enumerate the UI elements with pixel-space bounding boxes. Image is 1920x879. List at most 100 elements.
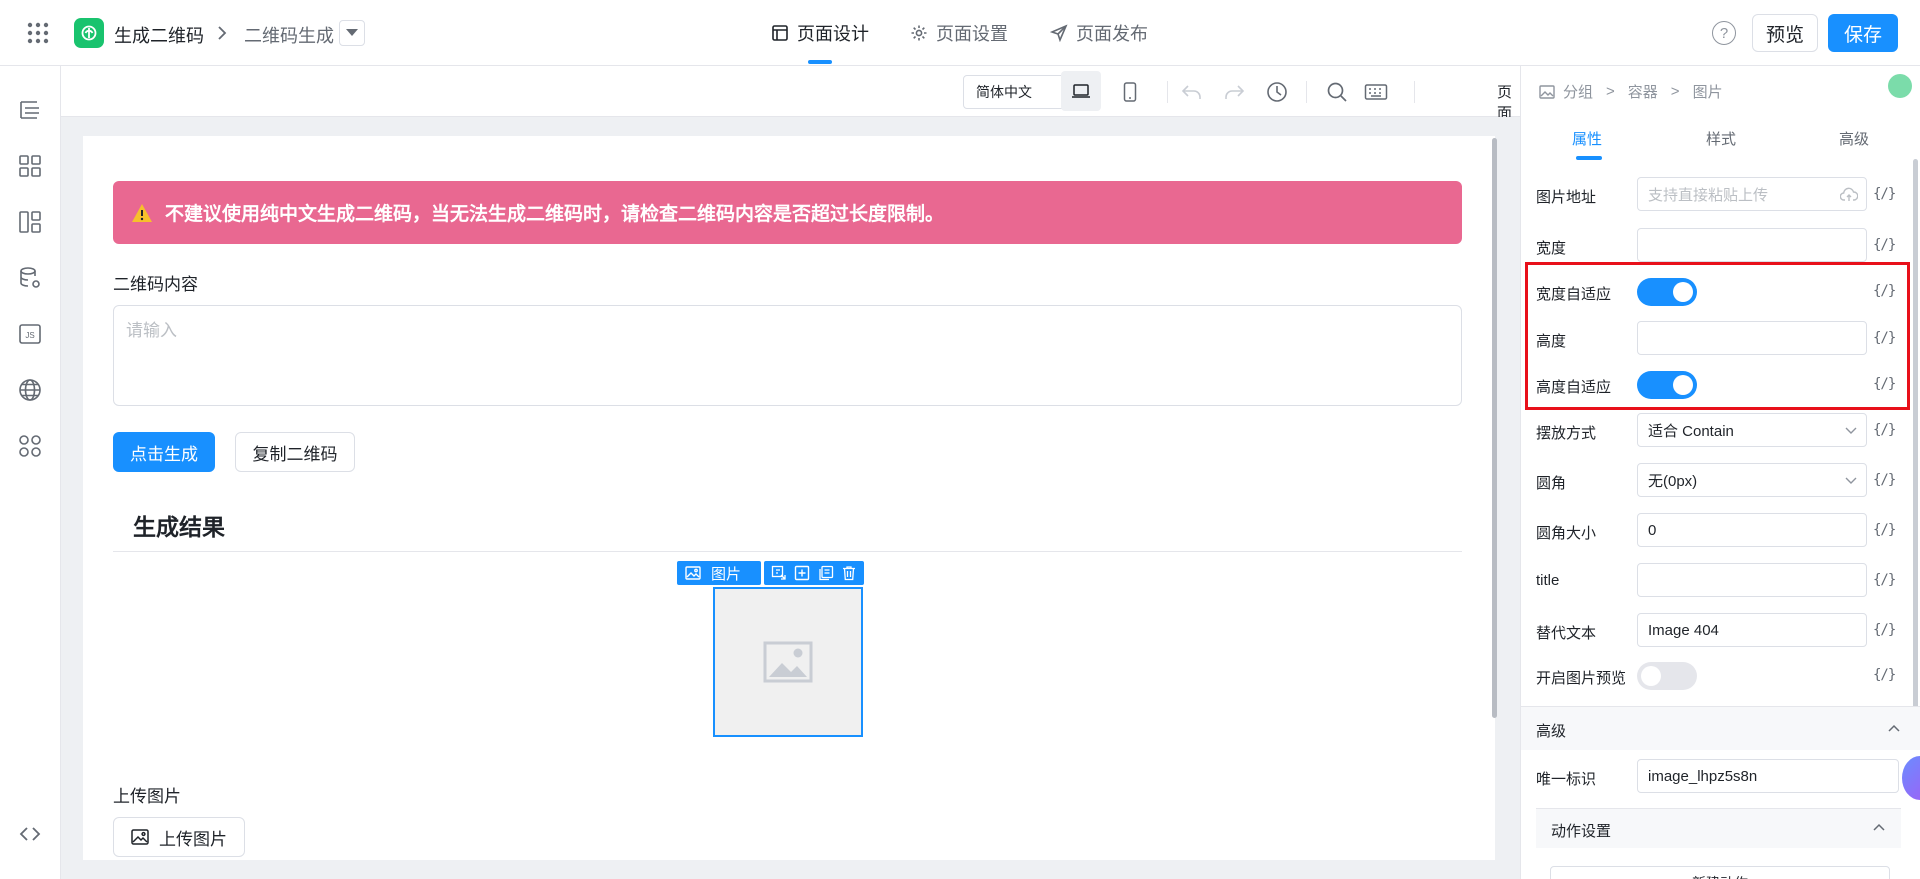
- search-icon[interactable]: [1324, 79, 1350, 105]
- canvas-scrollbar[interactable]: [1492, 138, 1497, 718]
- selected-component-name: 图片: [711, 565, 742, 583]
- status-dot: [1888, 74, 1912, 98]
- tab-page-design[interactable]: 页面设计: [771, 20, 869, 46]
- image-placeholder[interactable]: [713, 587, 863, 737]
- radius-select[interactable]: 无(0px): [1637, 463, 1867, 497]
- switch-knob: [1641, 666, 1661, 686]
- components-grid-icon[interactable]: [18, 154, 42, 178]
- fit-value: 适合 Contain: [1648, 422, 1734, 440]
- breadcrumb-image[interactable]: 图片: [1693, 81, 1723, 102]
- width-bind-button[interactable]: {/}: [1873, 237, 1896, 253]
- preview-bind-button[interactable]: {/}: [1873, 667, 1896, 683]
- data-source-icon[interactable]: [18, 266, 42, 290]
- src-placeholder: 支持直接粘贴上传: [1648, 186, 1769, 204]
- delete-icon[interactable]: [839, 563, 859, 583]
- app-grid-icon[interactable]: [26, 21, 50, 45]
- advanced-section-title: 高级: [1536, 723, 1567, 740]
- left-sidebar: JS: [0, 66, 61, 879]
- code-brackets-icon[interactable]: [18, 822, 42, 846]
- active-tab-indicator: [1576, 156, 1602, 160]
- mobile-view-icon[interactable]: [1117, 79, 1143, 105]
- caret-down-icon: [346, 29, 358, 36]
- src-label: 图片地址: [1536, 189, 1597, 206]
- preview-label: 开启图片预览: [1536, 670, 1627, 687]
- radius-value: 无(0px): [1648, 472, 1698, 490]
- radius-size-label: 圆角大小: [1536, 525, 1597, 542]
- width-label: 宽度: [1536, 240, 1567, 257]
- alert-text: 不建议使用纯中文生成二维码，当无法生成二维码时，请检查二维码内容是否超过长度限制…: [165, 204, 945, 225]
- title-input[interactable]: [1637, 563, 1867, 597]
- page-switch-dropdown[interactable]: [339, 20, 365, 46]
- send-icon: [1050, 24, 1068, 42]
- id-input[interactable]: image_lhpz5s8n: [1637, 759, 1899, 793]
- breadcrumb-group[interactable]: 分组: [1563, 81, 1593, 102]
- selected-component-tag[interactable]: 图片: [677, 561, 761, 585]
- js-code-icon[interactable]: JS: [18, 322, 42, 346]
- chevron-up-icon: [1888, 724, 1900, 732]
- chevron-down-icon: [1845, 477, 1857, 484]
- chevron-down-icon: [1845, 427, 1857, 434]
- breadcrumb-container[interactable]: 容器: [1628, 81, 1658, 102]
- chevron-up-icon: [1873, 823, 1885, 831]
- cloud-upload-icon[interactable]: [1840, 187, 1858, 203]
- tab-properties[interactable]: 属性: [1572, 128, 1602, 149]
- generate-button[interactable]: 点击生成: [113, 432, 215, 472]
- tab-advanced[interactable]: 高级: [1839, 128, 1869, 149]
- alt-bind-button[interactable]: {/}: [1873, 622, 1896, 638]
- copy-qrcode-button[interactable]: 复制二维码: [235, 432, 355, 472]
- radius-bind-button[interactable]: {/}: [1873, 472, 1896, 488]
- width-input[interactable]: [1637, 228, 1867, 262]
- redo-icon[interactable]: [1221, 79, 1247, 105]
- history-icon[interactable]: [1264, 79, 1290, 105]
- src-bind-button[interactable]: {/}: [1873, 186, 1896, 202]
- alt-input[interactable]: Image 404: [1637, 613, 1867, 647]
- keyboard-icon[interactable]: [1363, 79, 1389, 105]
- tab-styles[interactable]: 样式: [1706, 128, 1736, 149]
- fit-select[interactable]: 适合 Contain: [1637, 413, 1867, 447]
- toolbar-divider: [1414, 81, 1415, 103]
- layout-icon[interactable]: [18, 210, 42, 234]
- tab-page-settings-label: 页面设置: [936, 24, 1008, 44]
- properties-panel: 分组 > 容器 > 图片 属性 样式 高级 图片地址 支持直接粘贴上传 {/} …: [1520, 66, 1920, 879]
- select-parent-icon[interactable]: [769, 563, 789, 583]
- tab-page-settings[interactable]: 页面设置: [910, 20, 1008, 46]
- breadcrumb-page-name[interactable]: 二维码生成: [244, 22, 334, 48]
- fit-bind-button[interactable]: {/}: [1873, 422, 1896, 438]
- radius-label: 圆角: [1536, 475, 1567, 492]
- copy-icon[interactable]: [816, 563, 836, 583]
- gear-icon: [911, 25, 927, 41]
- design-canvas: 不建议使用纯中文生成二维码，当无法生成二维码时，请检查二维码内容是否超过长度限制…: [83, 136, 1495, 860]
- preview-button[interactable]: 预览: [1752, 14, 1818, 52]
- toolbar-divider: [1167, 81, 1168, 103]
- upload-image-label: 上传图片: [159, 829, 227, 849]
- title-bind-button[interactable]: {/}: [1873, 572, 1896, 588]
- radius-size-bind-button[interactable]: {/}: [1873, 522, 1896, 538]
- breadcrumb-app-name[interactable]: 生成二维码: [114, 22, 204, 48]
- advanced-section-header[interactable]: 高级: [1521, 706, 1920, 750]
- undo-icon[interactable]: [1179, 79, 1205, 105]
- help-icon[interactable]: ?: [1712, 21, 1736, 45]
- panel-scrollbar[interactable]: [1913, 159, 1918, 719]
- fit-label: 摆放方式: [1536, 425, 1597, 442]
- outline-tree-icon[interactable]: [18, 98, 42, 122]
- preview-switch[interactable]: [1637, 662, 1697, 690]
- upload-image-button[interactable]: 上传图片: [113, 817, 245, 857]
- actions-section-header[interactable]: 动作设置: [1536, 808, 1901, 848]
- tab-page-publish[interactable]: 页面发布: [1050, 20, 1148, 46]
- alt-label: 替代文本: [1536, 625, 1597, 642]
- chevron-right-icon: >: [1606, 83, 1615, 100]
- radius-size-input[interactable]: 0: [1637, 513, 1867, 547]
- content-textarea[interactable]: 请输入: [113, 305, 1462, 406]
- add-icon[interactable]: [792, 563, 812, 583]
- active-tab-indicator: [808, 60, 832, 64]
- apps-icon[interactable]: [18, 434, 42, 458]
- chevron-right-icon: >: [1670, 83, 1680, 100]
- save-button[interactable]: 保存: [1828, 14, 1898, 52]
- tab-page-publish-label: 页面发布: [1076, 24, 1148, 44]
- globe-icon[interactable]: [18, 378, 42, 402]
- component-actions: [764, 561, 864, 585]
- desktop-view-icon[interactable]: [1061, 71, 1101, 111]
- src-input[interactable]: 支持直接粘贴上传: [1637, 177, 1867, 211]
- chevron-right-icon: [214, 23, 230, 43]
- new-action-button[interactable]: 新建动作: [1550, 866, 1890, 879]
